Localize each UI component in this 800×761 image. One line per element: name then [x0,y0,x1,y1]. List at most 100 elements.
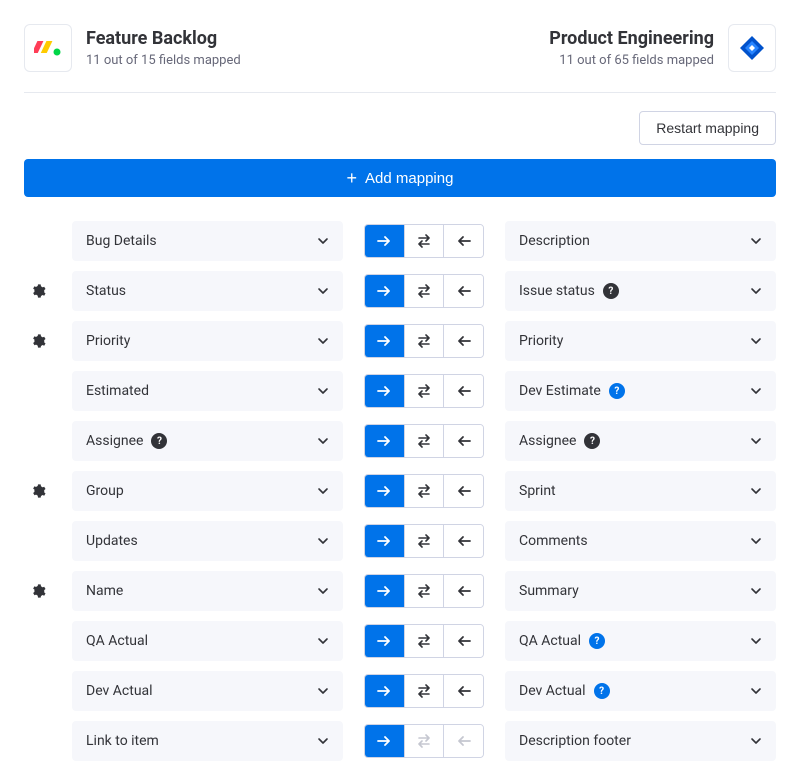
mapping-row: QA Actual QA Actual? [24,621,776,661]
left-field-label: QA Actual [86,633,148,649]
gear-slot [28,681,48,701]
direction-toggle [364,624,484,658]
direction-both-button[interactable] [405,325,445,357]
gear-slot [28,631,48,651]
right-field-select[interactable]: Comments [505,521,776,561]
left-field-select[interactable]: Estimated [72,371,343,411]
direction-right-button[interactable] [365,325,405,357]
direction-toggle [364,374,484,408]
right-field-select[interactable]: Sprint [505,471,776,511]
direction-toggle [364,324,484,358]
direction-left-button[interactable] [444,575,483,607]
gear-slot[interactable] [28,481,48,501]
left-field-label: Name [86,583,123,599]
direction-left-button[interactable] [444,625,483,657]
restart-mapping-button[interactable]: Restart mapping [639,111,776,145]
direction-left-button[interactable] [444,475,483,507]
info-badge-icon: ? [603,283,619,299]
direction-right-button[interactable] [365,675,405,707]
direction-right-button[interactable] [365,625,405,657]
right-field-label: Dev Actual [519,683,586,699]
right-field-select[interactable]: QA Actual? [505,621,776,661]
direction-right-button[interactable] [365,275,405,307]
info-badge-icon: ? [609,383,625,399]
gear-slot [28,431,48,451]
direction-both-button[interactable] [405,275,445,307]
direction-left-button [444,725,483,757]
direction-both-button[interactable] [405,475,445,507]
gear-slot [28,231,48,251]
left-field-select[interactable]: Dev Actual [72,671,343,711]
direction-both-button[interactable] [405,675,445,707]
left-field-select[interactable]: Priority [72,321,343,361]
left-field-select[interactable]: Link to item [72,721,343,761]
direction-left-button[interactable] [444,375,483,407]
left-field-select[interactable]: Group [72,471,343,511]
gear-slot [28,381,48,401]
chevron-down-icon [317,735,329,747]
mapping-row: Updates Comments [24,521,776,561]
mapping-row: Status Issue status? [24,271,776,311]
right-field-select[interactable]: Description footer [505,721,776,761]
chevron-down-icon [317,335,329,347]
direction-right-button[interactable] [365,725,405,757]
right-field-label: Description [519,233,590,249]
direction-toggle [364,474,484,508]
direction-right-button[interactable] [365,475,405,507]
gear-slot[interactable] [28,331,48,351]
direction-right-button[interactable] [365,575,405,607]
right-field-select[interactable]: Summary [505,571,776,611]
info-badge-icon: ? [151,433,167,449]
direction-left-button[interactable] [444,525,483,557]
direction-left-button[interactable] [444,325,483,357]
direction-both-button [405,725,445,757]
chevron-down-icon [317,235,329,247]
left-field-label: Link to item [86,733,159,749]
direction-both-button[interactable] [405,225,445,257]
left-field-select[interactable]: Name [72,571,343,611]
left-field-select[interactable]: Assignee? [72,421,343,461]
right-field-select[interactable]: Dev Actual? [505,671,776,711]
direction-right-button[interactable] [365,225,405,257]
right-field-select[interactable]: Description [505,221,776,261]
chevron-down-icon [317,285,329,297]
right-field-select[interactable]: Priority [505,321,776,361]
mapping-row: Bug Details Description [24,221,776,261]
direction-left-button[interactable] [444,225,483,257]
direction-both-button[interactable] [405,525,445,557]
direction-left-button[interactable] [444,675,483,707]
direction-right-button[interactable] [365,425,405,457]
gear-slot[interactable] [28,581,48,601]
gear-slot[interactable] [28,281,48,301]
left-field-label: Updates [86,533,138,549]
direction-left-button[interactable] [444,425,483,457]
left-field-select[interactable]: Updates [72,521,343,561]
gear-slot [28,731,48,751]
left-field-select[interactable]: Status [72,271,343,311]
right-field-label: Description footer [519,733,631,749]
direction-both-button[interactable] [405,625,445,657]
right-field-select[interactable]: Assignee? [505,421,776,461]
chevron-down-icon [750,535,762,547]
chevron-down-icon [317,485,329,497]
direction-both-button[interactable] [405,425,445,457]
right-field-select[interactable]: Issue status? [505,271,776,311]
left-field-select[interactable]: Bug Details [72,221,343,261]
chevron-down-icon [750,685,762,697]
add-mapping-button[interactable]: + Add mapping [24,159,776,197]
direction-both-button[interactable] [405,375,445,407]
left-source-subtitle: 11 out of 15 fields mapped [86,53,241,68]
right-field-select[interactable]: Dev Estimate? [505,371,776,411]
direction-left-button[interactable] [444,275,483,307]
right-source-title: Product Engineering [549,28,714,49]
chevron-down-icon [750,235,762,247]
left-field-select[interactable]: QA Actual [72,621,343,661]
left-field-label: Estimated [86,383,149,399]
direction-toggle [364,424,484,458]
direction-right-button[interactable] [365,525,405,557]
direction-right-button[interactable] [365,375,405,407]
right-field-label: Comments [519,533,588,549]
direction-both-button[interactable] [405,575,445,607]
chevron-down-icon [750,285,762,297]
direction-toggle [364,574,484,608]
